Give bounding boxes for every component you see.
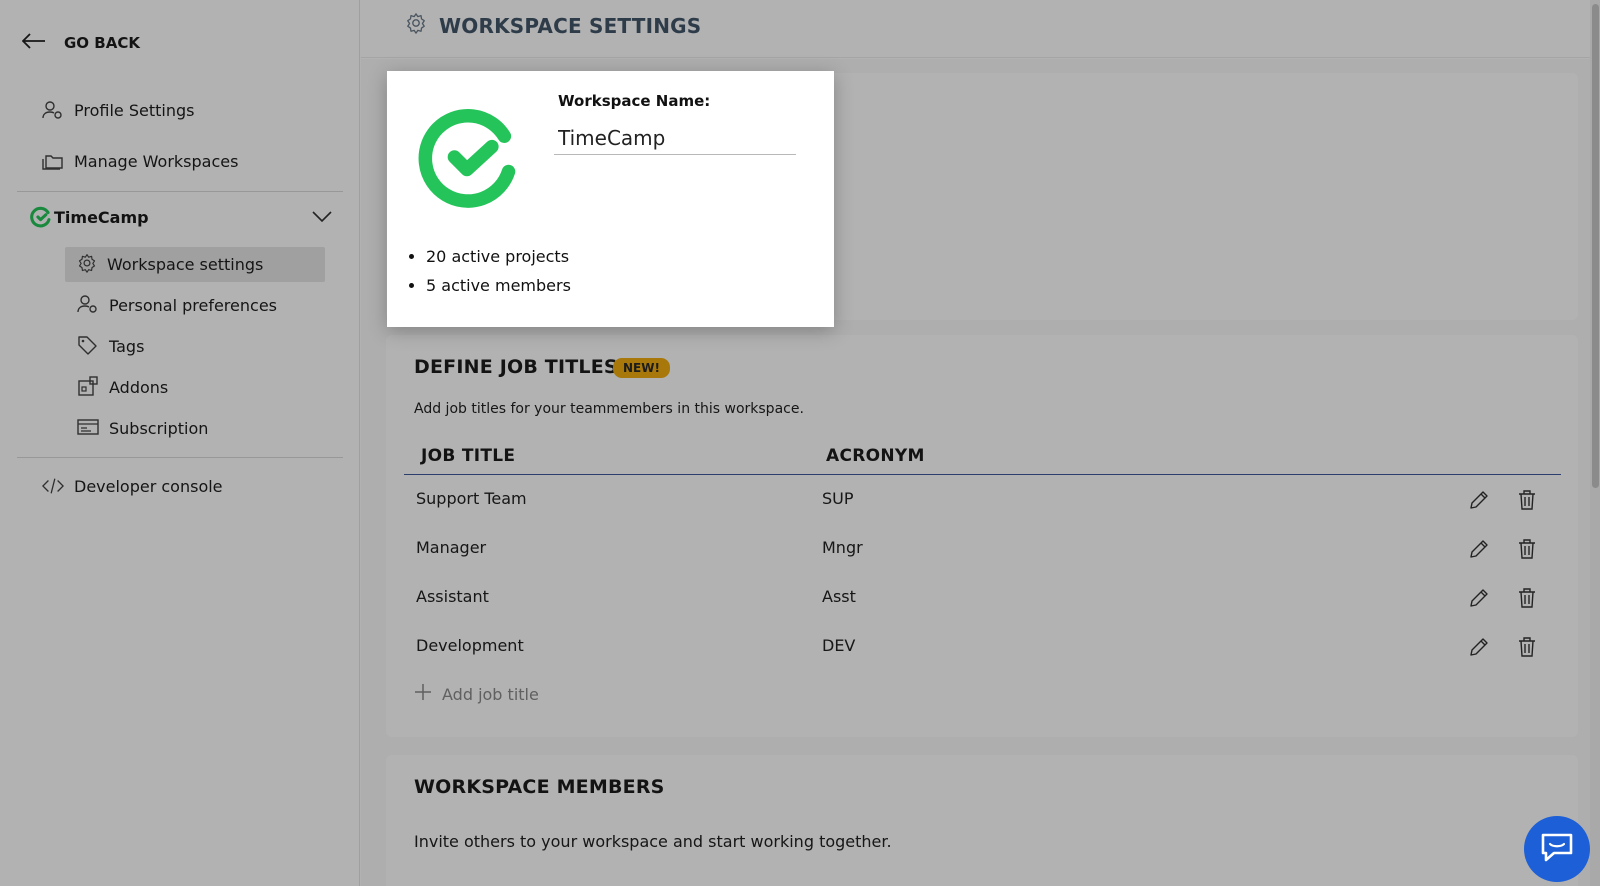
workspace-stats-list: 20 active projects 5 active members [426,247,571,305]
active-projects-stat: 20 active projects [426,247,571,266]
workspace-name-input[interactable] [554,121,796,155]
active-members-stat: 5 active members [426,276,571,295]
workspace-name-label: Workspace Name: [558,92,711,110]
timecamp-logo-icon [417,105,521,213]
workspace-popup: Workspace Name: 20 active projects 5 act… [387,71,834,327]
chat-bubble-icon [1540,831,1574,867]
chat-button[interactable] [1524,816,1590,882]
